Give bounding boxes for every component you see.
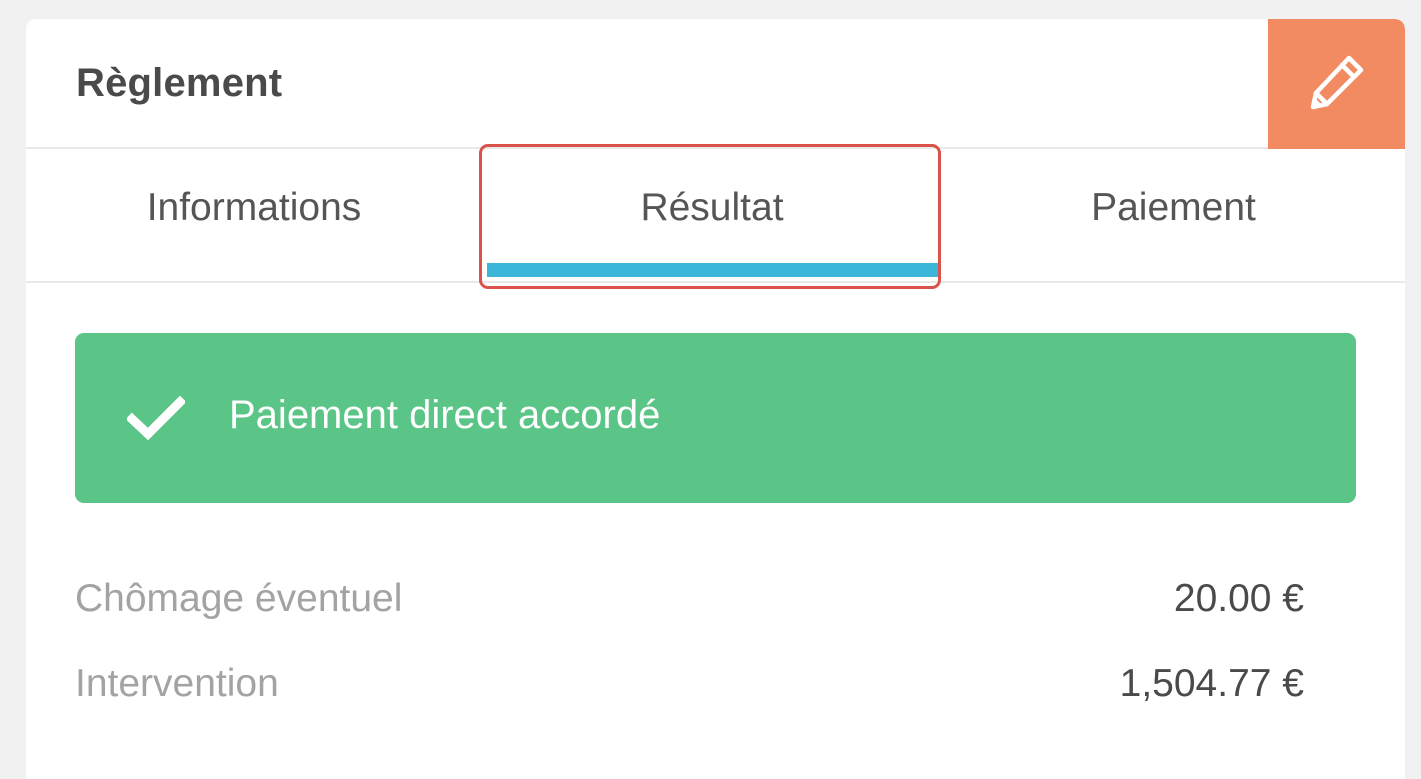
tab-bar: Informations Résultat Paiement (26, 149, 1405, 283)
tab-label: Résultat (640, 186, 784, 229)
tab-resultat[interactable]: Résultat (482, 149, 942, 281)
reglement-card: Règlement Informations Résultat Paiement… (26, 19, 1405, 779)
edit-button[interactable] (1268, 19, 1405, 149)
detail-value: 1,504.77 € (1119, 662, 1304, 705)
alert-message: Paiement direct accordé (229, 393, 661, 437)
detail-row-intervention: Intervention 1,504.77 € (75, 660, 1304, 710)
detail-value: 20.00 € (1173, 577, 1304, 620)
tab-label: Paiement (1091, 186, 1256, 229)
card-title: Règlement (76, 61, 283, 105)
tab-label: Informations (146, 186, 362, 229)
card-header: Règlement (26, 19, 1405, 149)
tab-informations[interactable]: Informations (26, 149, 482, 281)
check-icon (125, 395, 187, 441)
tab-paiement[interactable]: Paiement (942, 149, 1405, 281)
detail-row-chomage: Chômage éventuel 20.00 € (75, 575, 1304, 625)
detail-label: Chômage éventuel (75, 577, 403, 620)
active-tab-indicator (487, 263, 939, 277)
success-alert: Paiement direct accordé (75, 333, 1356, 503)
pencil-icon (1305, 50, 1369, 119)
detail-label: Intervention (75, 662, 279, 705)
